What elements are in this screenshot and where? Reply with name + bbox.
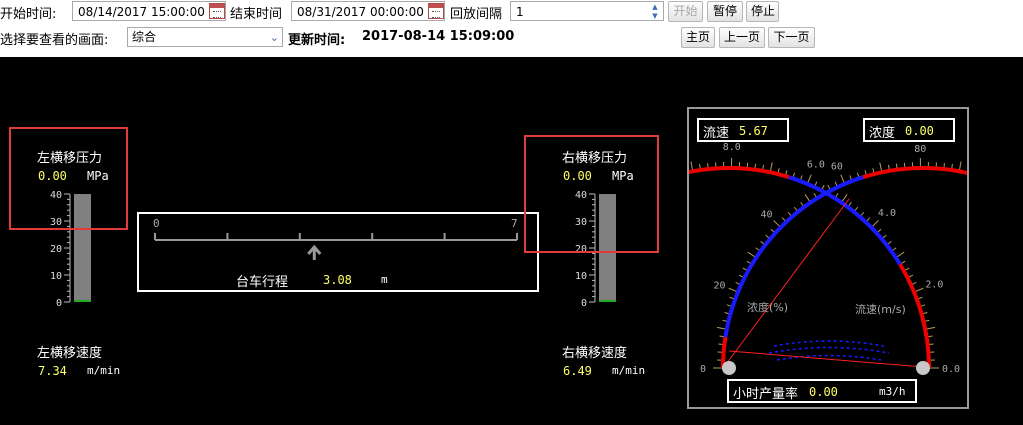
scale-tick-label: 0	[581, 298, 587, 307]
flow-tick-label: 4.0	[878, 208, 896, 219]
hourly-rate-readout: 小时产量率 0.00 m3/h	[727, 379, 917, 403]
flow-tick-label: 2.0	[925, 280, 943, 291]
interval-value: 1	[516, 5, 524, 19]
interval-spinner[interactable]: ▲ ▼	[648, 3, 662, 20]
start-time-input[interactable]: 08/14/2017 15:00:00	[72, 1, 226, 21]
density-axis-label: 浓度(%)	[747, 300, 788, 314]
travel-unit: m	[381, 273, 388, 286]
travel-label: 台车行程	[236, 275, 289, 290]
calendar-icon[interactable]	[428, 3, 444, 19]
screen-select-label: 选择要查看的画面:	[0, 33, 109, 48]
travel-panel: 0 7 台车行程 3.08 m	[137, 212, 539, 292]
stop-button[interactable]: 停止	[746, 1, 779, 22]
screen-select-value: 综合	[132, 30, 157, 44]
flow-arc-blue	[788, 175, 902, 266]
right-highlight-box	[524, 135, 659, 253]
flow-tick-label: 0.0	[942, 364, 960, 375]
update-time-label: 更新时间:	[288, 33, 346, 48]
right-speed-value: 6.49	[563, 364, 592, 378]
density-value: 0.00	[905, 124, 934, 138]
left-highlight-box	[9, 127, 128, 230]
right-speed-title: 右横移速度	[562, 346, 628, 361]
hourly-rate-label: 小时产量率	[733, 387, 799, 402]
flow-axis-label: 流速(m/s)	[855, 302, 906, 316]
gauge-wave-pattern	[768, 340, 890, 361]
left-speed-title: 左横移速度	[37, 346, 103, 361]
prev-page-button[interactable]: 上一页	[719, 27, 765, 48]
scale-tick-label: 20	[50, 244, 62, 255]
spin-up-icon[interactable]: ▲	[648, 3, 662, 12]
travel-position-icon	[307, 244, 322, 260]
hourly-rate-value: 0.00	[809, 385, 838, 399]
travel-ticks	[154, 233, 518, 241]
update-time-value: 2017-08-14 15:09:00	[362, 29, 515, 44]
flow-density-gauge: 02040608010010.08.06.04.02.00.0 浓度(%) 流速…	[687, 107, 969, 409]
density-tick-label: 0	[700, 364, 706, 375]
travel-max-label: 7	[511, 217, 518, 230]
home-button[interactable]: 主页	[681, 27, 715, 48]
end-time-input[interactable]: 08/31/2017 00:00:00	[291, 1, 445, 21]
flow-value: 5.67	[739, 124, 768, 138]
scale-tick-label: 10	[575, 271, 587, 282]
density-tick-label: 40	[760, 209, 772, 220]
density-label: 浓度	[869, 126, 896, 141]
right-pressure-fill	[599, 300, 616, 302]
next-page-button[interactable]: 下一页	[768, 27, 815, 48]
travel-min-label: 0	[153, 217, 160, 230]
left-speed-value: 7.34	[38, 364, 67, 378]
interval-input[interactable]: 1 ▲ ▼	[510, 1, 664, 21]
flow-pivot	[916, 361, 930, 375]
right-speed-unit: m/min	[612, 364, 646, 377]
flow-readout: 流速 5.67	[697, 118, 789, 142]
pause-button[interactable]: 暂停	[707, 1, 743, 22]
calendar-icon[interactable]	[209, 3, 225, 19]
density-tick-label: 80	[914, 144, 926, 155]
start-time-label: 开始时间:	[0, 7, 57, 22]
hourly-rate-unit: m3/h	[879, 385, 906, 398]
interval-label: 回放间隔	[450, 7, 503, 22]
left-speed-unit: m/min	[87, 364, 121, 377]
flow-needle	[728, 350, 925, 368]
screen-select[interactable]: 综合 ⌄	[127, 27, 283, 47]
density-pivot	[722, 361, 736, 375]
scale-tick-label: 10	[50, 271, 62, 282]
travel-value: 3.08	[323, 273, 352, 287]
flow-tick-label: 8.0	[723, 142, 741, 153]
density-tick-label: 60	[831, 162, 843, 173]
density-tick-label: 20	[713, 280, 725, 291]
play-button[interactable]: 开始	[668, 1, 703, 22]
monitor-panel: 左横移压力 0.00 MPa 40 30 20 10 0 左横移速度 7.34 m/mi…	[0, 57, 1023, 425]
gauge-dial: 02040608010010.08.06.04.02.00.0 浓度(%) 流速…	[689, 142, 967, 375]
flow-label: 流速	[703, 126, 730, 141]
density-readout: 浓度 0.00	[863, 118, 955, 142]
chevron-down-icon: ⌄	[269, 31, 279, 44]
scale-tick-label: 0	[56, 298, 62, 307]
spin-down-icon[interactable]: ▼	[648, 12, 662, 21]
flow-tick-label: 6.0	[807, 160, 825, 171]
left-pressure-fill	[74, 300, 91, 302]
end-time-label: 结束时间	[230, 7, 283, 22]
